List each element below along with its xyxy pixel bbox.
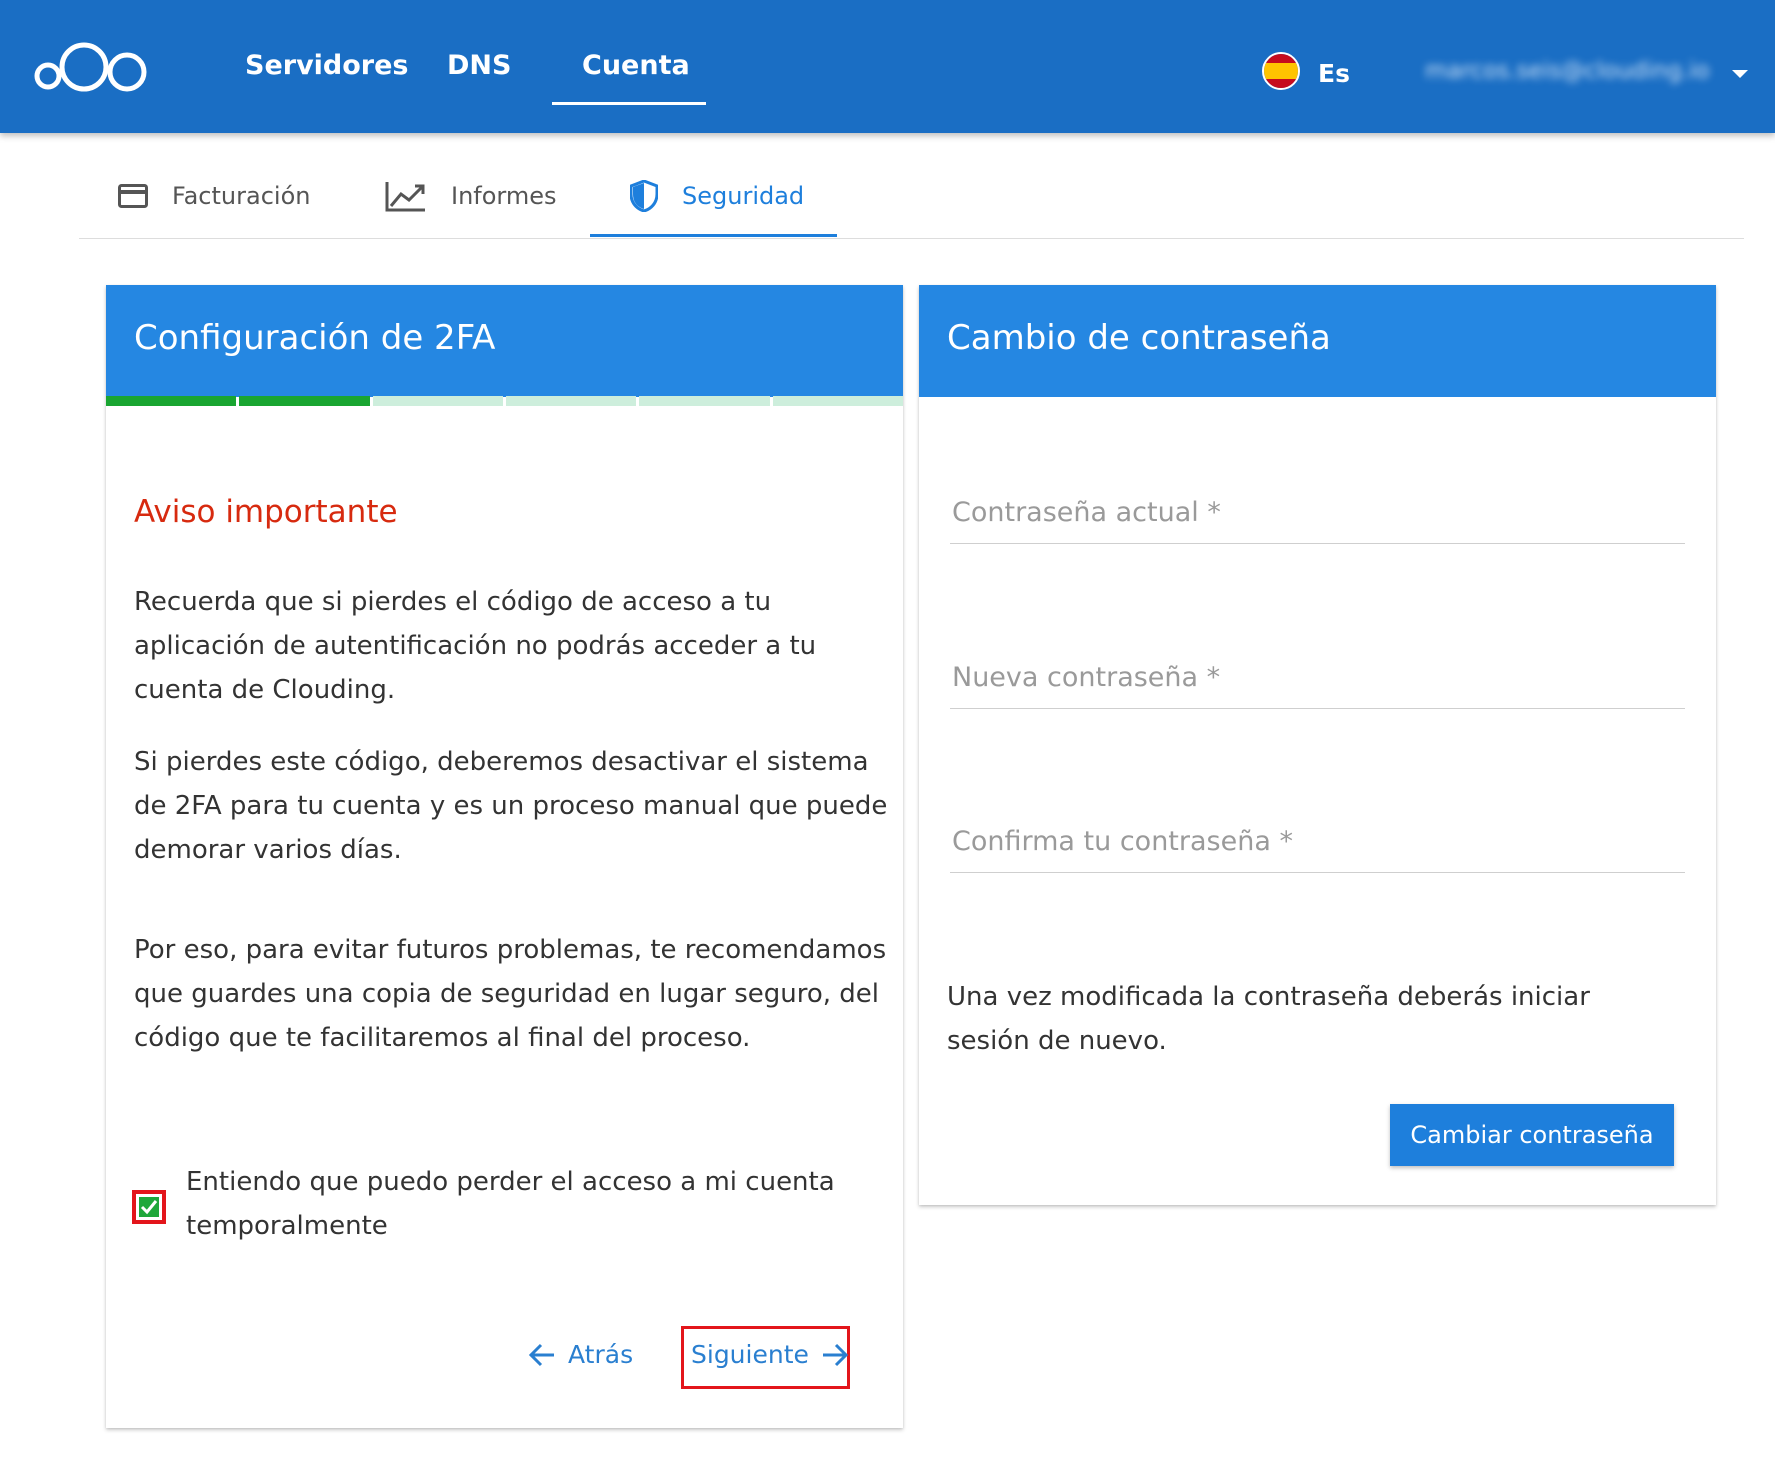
tab-seguridad[interactable]: Seguridad xyxy=(630,176,804,216)
tab-facturacion[interactable]: Facturación xyxy=(118,176,310,216)
shield-icon xyxy=(630,180,658,212)
new-password-label: Nueva contraseña * xyxy=(952,662,1221,693)
tab-informes[interactable]: Informes xyxy=(385,176,557,216)
warning-paragraph-3: Por eso, para evitar futuros problemas, … xyxy=(134,935,887,1053)
chevron-down-icon[interactable] xyxy=(1732,70,1748,78)
current-password-field[interactable]: Contraseña actual * xyxy=(950,483,1685,544)
credit-card-icon xyxy=(118,184,148,208)
tab-label: Informes xyxy=(451,182,557,210)
tab-label: Seguridad xyxy=(682,182,805,210)
warning-title: Aviso importante xyxy=(134,494,398,530)
checkmark-icon xyxy=(140,1200,158,1215)
back-label: Atrás xyxy=(568,1340,634,1369)
language-label[interactable]: Es xyxy=(1318,59,1350,88)
next-button[interactable]: Siguiente xyxy=(691,1340,849,1369)
step-6 xyxy=(772,396,903,406)
acknowledge-label[interactable]: Entiendo que puedo perder el acceso a mi… xyxy=(186,1160,886,1248)
nav-dns[interactable]: DNS xyxy=(447,50,511,81)
step-1 xyxy=(106,396,237,406)
new-password-field[interactable]: Nueva contraseña * xyxy=(950,648,1685,709)
change-password-button[interactable]: Cambiar contraseña xyxy=(1390,1104,1674,1166)
tab-active-indicator xyxy=(590,234,837,237)
top-navbar: Servidores DNS Cuenta Es marcos.seis@clo… xyxy=(0,0,1775,133)
current-password-label: Contraseña actual * xyxy=(952,497,1221,528)
tab-label: Facturación xyxy=(172,182,311,210)
back-button[interactable]: Atrás xyxy=(528,1340,633,1369)
step-5 xyxy=(639,396,770,406)
confirm-password-label: Confirma tu contraseña * xyxy=(952,826,1293,857)
confirm-password-field[interactable]: Confirma tu contraseña * xyxy=(950,812,1685,873)
arrow-right-icon xyxy=(822,1343,849,1366)
step-4 xyxy=(505,396,637,406)
step-3 xyxy=(372,396,503,406)
arrow-left-icon xyxy=(528,1343,554,1366)
password-card: Cambio de contraseña xyxy=(919,285,1716,1205)
next-label: Siguiente xyxy=(691,1340,809,1369)
acknowledge-checkbox[interactable] xyxy=(132,1190,166,1224)
password-card-title: Cambio de contraseña xyxy=(919,285,1716,397)
nav-cuenta[interactable]: Cuenta xyxy=(582,50,690,81)
nav-servidores[interactable]: Servidores xyxy=(245,50,409,81)
step-2 xyxy=(239,396,370,406)
twofa-card-title: Configuración de 2FA xyxy=(106,285,903,397)
clouding-logo[interactable] xyxy=(34,38,152,96)
warning-paragraph-1: Recuerda que si pierdes el código de acc… xyxy=(134,587,817,705)
checkbox-checked-fill xyxy=(139,1197,159,1217)
nav-active-indicator xyxy=(552,102,706,105)
password-note: Una vez modificada la contraseña deberás… xyxy=(947,982,1590,1056)
spain-flag-icon[interactable] xyxy=(1262,52,1300,90)
tabs-divider xyxy=(79,238,1744,239)
user-email[interactable]: marcos.seis@clouding.io xyxy=(1425,58,1710,84)
chart-line-icon xyxy=(385,182,425,212)
warning-paragraph-2: Si pierdes este código, deberemos desact… xyxy=(134,747,888,865)
twofa-stepper xyxy=(106,396,903,406)
